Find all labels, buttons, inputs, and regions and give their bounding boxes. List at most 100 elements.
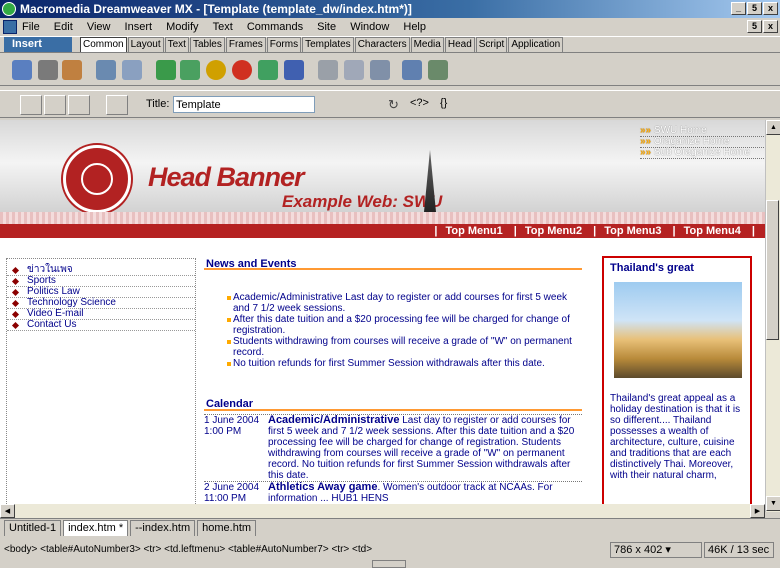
tab-text[interactable]: Text [164, 37, 189, 52]
tab-untitled-1[interactable]: Untitled-1 [4, 520, 62, 536]
minimize-button[interactable]: _ [731, 2, 746, 15]
calendar-rule [204, 409, 582, 411]
live-data-button[interactable] [106, 95, 128, 115]
menu-insert[interactable]: Insert [125, 18, 153, 36]
tag-chooser-icon[interactable] [428, 60, 448, 80]
tab-forms[interactable]: Forms [266, 37, 302, 52]
news-list: Academic/Administrative Last day to regi… [204, 292, 582, 369]
doc-close-button[interactable]: x [763, 20, 778, 33]
fireworks-icon[interactable] [206, 60, 226, 80]
tab-templates[interactable]: Templates [302, 37, 354, 52]
title-input[interactable] [173, 96, 315, 113]
left-nav-column: ข่าวในเพจ Sports Politics Law Technology… [6, 258, 196, 508]
document-tabs: Untitled-1 index.htm * --index.htm home.… [0, 518, 780, 536]
window-title: Macromedia Dreamweaver MX - [Template (t… [20, 2, 412, 16]
download-size: 46K / 13 sec [704, 542, 774, 558]
comment-icon[interactable] [402, 60, 422, 80]
calendar-date: 2 June 2004 11:00 PM [204, 482, 260, 504]
design-view-button[interactable] [68, 95, 90, 115]
code-view-button[interactable] [20, 95, 42, 115]
calendar-row: 2 June 2004 11:00 PM Athletics Away game… [204, 481, 582, 504]
tab-common[interactable]: Common [80, 37, 127, 52]
maximize-button[interactable]: 5 [747, 2, 762, 15]
top-menu-4[interactable]: Top Menu4 [684, 225, 741, 237]
menu-edit[interactable]: Edit [54, 18, 73, 36]
file-management-icon[interactable] [326, 95, 348, 115]
table-icon[interactable] [96, 60, 116, 80]
tab-index-htm[interactable]: --index.htm [130, 520, 196, 536]
properties-expander-icon[interactable] [372, 560, 406, 568]
tab-index-htm-modified[interactable]: index.htm * [63, 520, 129, 536]
calendar-date: 1 June 2004 1:00 PM [204, 415, 260, 437]
tab-home-htm[interactable]: home.htm [197, 520, 257, 536]
menu-file[interactable]: File [22, 18, 40, 36]
scroll-left-arrow-icon[interactable]: ◀ [0, 504, 15, 518]
view-options-icon[interactable] [460, 95, 482, 115]
menu-bar: File Edit View Insert Modify Text Comman… [0, 18, 780, 36]
tab-tables[interactable]: Tables [189, 37, 225, 52]
dreamweaver-app-icon[interactable] [2, 2, 16, 16]
refresh-icon[interactable]: ↻ [388, 97, 399, 113]
calendar-row: 1 June 2004 1:00 PM Academic/Administrat… [204, 414, 582, 481]
menu-text[interactable]: Text [213, 18, 233, 36]
date-icon[interactable] [344, 60, 364, 80]
logo-emblem [81, 163, 113, 195]
menu-modify[interactable]: Modify [166, 18, 198, 36]
top-menu-3[interactable]: Top Menu3 [604, 225, 661, 237]
code-nav-icon[interactable]: {} [440, 97, 447, 109]
horizontal-scrollbar[interactable]: ◀ ▶ [0, 504, 765, 518]
scroll-up-arrow-icon[interactable]: ▲ [766, 120, 780, 135]
tab-frames[interactable]: Frames [225, 37, 266, 52]
menu-view[interactable]: View [87, 18, 111, 36]
news-item: Academic/Administrative Last day to regi… [204, 292, 582, 314]
image-placeholder-icon[interactable] [180, 60, 200, 80]
menu-help[interactable]: Help [403, 18, 426, 36]
news-item: No tuition refunds for first Summer Sess… [204, 358, 582, 369]
horizontal-rule-icon[interactable] [318, 60, 338, 80]
insert-panel-toggle[interactable]: Insert [4, 37, 72, 52]
top-menu-1[interactable]: Top Menu1 [446, 225, 503, 237]
tab-application[interactable]: Application [508, 37, 564, 52]
design-canvas[interactable]: Head Banner Example Web: SWU SWU Home Or… [0, 120, 765, 512]
tab-characters[interactable]: Characters [354, 37, 410, 52]
insert-tabs: Common Layout Text Tables Frames Forms T… [80, 37, 564, 52]
tab-script[interactable]: Script [475, 37, 508, 52]
scroll-down-arrow-icon[interactable]: ▼ [766, 496, 780, 511]
insert-label: Insert [12, 38, 42, 50]
server-debug-icon[interactable]: <?> [410, 97, 429, 109]
vertical-scroll-thumb[interactable] [766, 200, 779, 340]
preview-browser-icon[interactable] [350, 95, 372, 115]
banner-title: Head Banner [148, 162, 305, 192]
tab-media[interactable]: Media [410, 37, 444, 52]
news-rule [204, 268, 582, 270]
image-icon[interactable] [156, 60, 176, 80]
scroll-right-arrow-icon[interactable]: ▶ [750, 504, 765, 518]
email-link-icon[interactable] [38, 60, 58, 80]
navigation-bar-icon[interactable] [258, 60, 278, 80]
top-links: SWU Home Oraganize Home Sub Oraganize Ho… [640, 126, 764, 159]
top-menu-2[interactable]: Top Menu2 [525, 225, 582, 237]
calendar-entry: Athletics Away game. Women's outdoor tra… [268, 481, 553, 505]
left-nav-contact-us[interactable]: Contact Us [7, 320, 195, 331]
flash-icon[interactable] [232, 60, 252, 80]
link-sub-organize-home[interactable]: Sub Oraganize Home [640, 148, 764, 159]
calendar-table: 1 June 2004 1:00 PM Academic/Administrat… [204, 414, 582, 504]
doc-restore-button[interactable]: 5 [747, 20, 762, 33]
hyperlink-icon[interactable] [12, 60, 32, 80]
banner-subtitle: Example Web: SWU [282, 192, 443, 211]
window-size-indicator[interactable]: 786 x 402 ▾ [610, 542, 702, 558]
top-menu: | Top Menu1 | Top Menu2 | Top Menu3 | Top Me… [0, 224, 765, 238]
tab-head[interactable]: Head [444, 37, 475, 52]
menu-site[interactable]: Site [317, 18, 336, 36]
split-view-button[interactable] [44, 95, 66, 115]
menu-commands[interactable]: Commands [247, 18, 303, 36]
close-button[interactable]: x [763, 2, 778, 15]
tabular-data-icon[interactable] [370, 60, 390, 80]
tab-layout[interactable]: Layout [127, 37, 164, 52]
layer-icon[interactable] [122, 60, 142, 80]
menu-window[interactable]: Window [350, 18, 389, 36]
document-toolbar: ↻ <?> {} [0, 90, 780, 118]
rollover-image-icon[interactable] [284, 60, 304, 80]
named-anchor-icon[interactable] [62, 60, 82, 80]
window-title-bar: Macromedia Dreamweaver MX - [Template (t… [0, 0, 780, 18]
